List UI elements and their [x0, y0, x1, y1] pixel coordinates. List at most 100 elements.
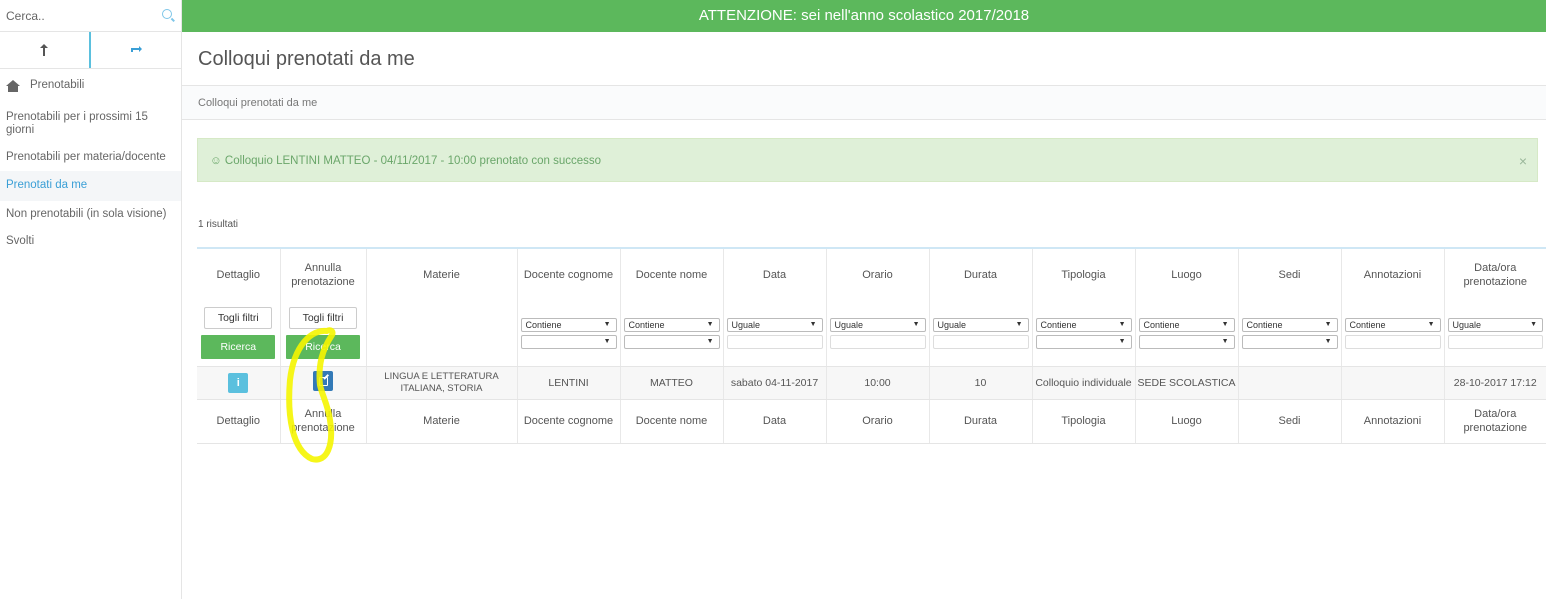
sidebar-item-prenotati-da-me[interactable]: Prenotati da me	[0, 171, 181, 201]
chevron-down-icon: ▼	[1427, 320, 1435, 328]
sidebar-menu: Prenotabili Prenotabili per i prossimi 1…	[0, 69, 181, 255]
bookings-table: Dettaglio Annulla prenotazione Materie D…	[197, 247, 1546, 444]
close-icon[interactable]: ×	[1519, 139, 1527, 183]
select-value: Contiene	[628, 319, 665, 330]
select-value: Contiene	[525, 319, 562, 330]
filter-cell: Contiene ▼ ▼	[1238, 301, 1342, 367]
table-cell: 10	[929, 366, 1033, 400]
chevron-down-icon: ▼	[706, 337, 714, 345]
table-cell: LENTINI	[517, 366, 621, 400]
sidebar-item-prossimi-15-giorni[interactable]: Prenotabili per i prossimi 15 giorni	[0, 104, 181, 144]
sidebar-item-materia-docente[interactable]: Prenotabili per materia/docente	[0, 144, 181, 171]
filter-value-select[interactable]: ▼	[623, 334, 720, 349]
select-value: Contiene	[1143, 319, 1180, 330]
filter-operator-select[interactable]: Contiene ▼	[1138, 317, 1235, 332]
filter-value-input[interactable]	[1344, 334, 1441, 349]
search-button[interactable]: Ricerca	[286, 335, 360, 360]
sidebar-item-label: Prenotabili	[30, 79, 85, 91]
clear-filters-button[interactable]: Togli filtri	[204, 307, 273, 330]
home-icon	[6, 79, 20, 92]
filter-operator-select[interactable]: Uguale ▼	[829, 317, 926, 332]
column-footer: Annulla prenotazione	[280, 399, 367, 444]
sidebar-item-label: Svolti	[6, 235, 35, 247]
column-footer: Luogo	[1135, 399, 1239, 444]
chevron-down-icon: ▼	[1324, 320, 1332, 328]
column-header: Materie	[366, 249, 518, 301]
column-footer: Tipologia	[1032, 399, 1136, 444]
chevron-down-icon: ▼	[603, 337, 611, 345]
filter-operator-select[interactable]: Uguale ▼	[932, 317, 1029, 332]
chevron-down-icon: ▼	[1118, 337, 1126, 345]
select-value: Uguale	[1452, 319, 1482, 330]
search-box	[0, 0, 181, 32]
column-footer: Orario	[826, 399, 930, 444]
filter-cell: Uguale ▼	[1444, 301, 1546, 367]
filter-cell: Uguale ▼	[826, 301, 930, 367]
filter-value-input[interactable]	[726, 334, 823, 349]
filter-operator-select[interactable]: Contiene ▼	[1241, 317, 1338, 332]
column-footer: Annotazioni	[1341, 399, 1445, 444]
sidebar-item-label: Non prenotabili (in sola visione)	[6, 208, 167, 220]
filter-value-input[interactable]	[1447, 334, 1543, 349]
table-cell: 10:00	[826, 366, 930, 400]
filter-cell: Contiene ▼ ▼	[620, 301, 724, 367]
clear-filters-button[interactable]: Togli filtri	[289, 307, 357, 330]
filter-cell: Contiene ▼	[1341, 301, 1445, 367]
chevron-down-icon: ▼	[1118, 320, 1126, 328]
filter-value-select[interactable]: ▼	[1138, 334, 1235, 349]
table-row: i LINGUA E LETTERATURA ITALIANA, STORIA …	[197, 366, 1546, 400]
results-count: 1 risultati	[198, 219, 239, 230]
sidebar-item-non-prenotabili[interactable]: Non prenotabili (in sola visione)	[0, 201, 181, 228]
column-header: Annotazioni	[1341, 249, 1445, 301]
filter-cell: Togli filtri Ricerca	[197, 301, 281, 367]
table-cell	[1238, 366, 1342, 400]
chevron-down-icon: ▼	[1221, 337, 1229, 345]
filter-cell: Uguale ▼	[723, 301, 827, 367]
info-button[interactable]: i	[228, 372, 249, 393]
select-value: Uguale	[937, 319, 967, 330]
column-header: Data/ora prenotazione	[1463, 262, 1528, 288]
arrow-up-icon[interactable]	[0, 32, 91, 68]
table-cell: 28-10-2017 17:12	[1444, 366, 1546, 400]
refresh-icon[interactable]	[91, 32, 182, 68]
filter-cell: Contiene ▼ ▼	[517, 301, 621, 367]
filter-value-input[interactable]	[829, 334, 926, 349]
filter-row: Togli filtri Ricerca Togli filtri Ricerc…	[197, 301, 1546, 367]
sidebar-item-svolti[interactable]: Svolti	[0, 228, 181, 255]
column-footer: Materie	[366, 399, 518, 444]
filter-value-select[interactable]: ▼	[520, 334, 617, 349]
chevron-down-icon: ▼	[1324, 337, 1332, 345]
search-button[interactable]: Ricerca	[201, 335, 276, 360]
table-cell: LINGUA E LETTERATURA ITALIANA, STORIA	[366, 366, 518, 400]
filter-operator-select[interactable]: Contiene ▼	[623, 317, 720, 332]
sidebar-item-prenotabili[interactable]: Prenotabili	[0, 69, 181, 104]
filter-operator-select[interactable]: Contiene ▼	[520, 317, 617, 332]
filter-operator-select[interactable]: Uguale ▼	[726, 317, 823, 332]
column-footer: Durata	[929, 399, 1033, 444]
column-header: Luogo	[1135, 249, 1239, 301]
filter-value-input[interactable]	[932, 334, 1029, 349]
filter-operator-select[interactable]: Contiene ▼	[1035, 317, 1132, 332]
search-icon[interactable]	[162, 9, 172, 19]
filter-value-select[interactable]: ▼	[1241, 334, 1338, 349]
column-footer: Sedi	[1238, 399, 1342, 444]
column-header: Annulla prenotazione	[280, 249, 367, 301]
select-value: Contiene	[1246, 319, 1283, 330]
select-value: Uguale	[834, 319, 864, 330]
edit-icon[interactable]	[313, 371, 333, 391]
page-title: Colloqui prenotati da me	[182, 32, 1546, 86]
select-value: Contiene	[1040, 319, 1077, 330]
chevron-down-icon: ▼	[603, 320, 611, 328]
column-header: Sedi	[1238, 249, 1342, 301]
chevron-down-icon: ▼	[809, 320, 817, 328]
chevron-down-icon: ▼	[1221, 320, 1229, 328]
filter-cell: Contiene ▼ ▼	[1135, 301, 1239, 367]
filter-value-select[interactable]: ▼	[1035, 334, 1132, 349]
table-cell: i	[197, 366, 281, 400]
filter-operator-select[interactable]: Contiene ▼	[1344, 317, 1441, 332]
chevron-down-icon: ▼	[1015, 320, 1023, 328]
search-input[interactable]	[0, 0, 150, 31]
table-cell: sabato 04-11-2017	[723, 366, 827, 400]
chevron-down-icon: ▼	[1530, 320, 1537, 328]
filter-operator-select[interactable]: Uguale ▼	[1447, 317, 1543, 332]
